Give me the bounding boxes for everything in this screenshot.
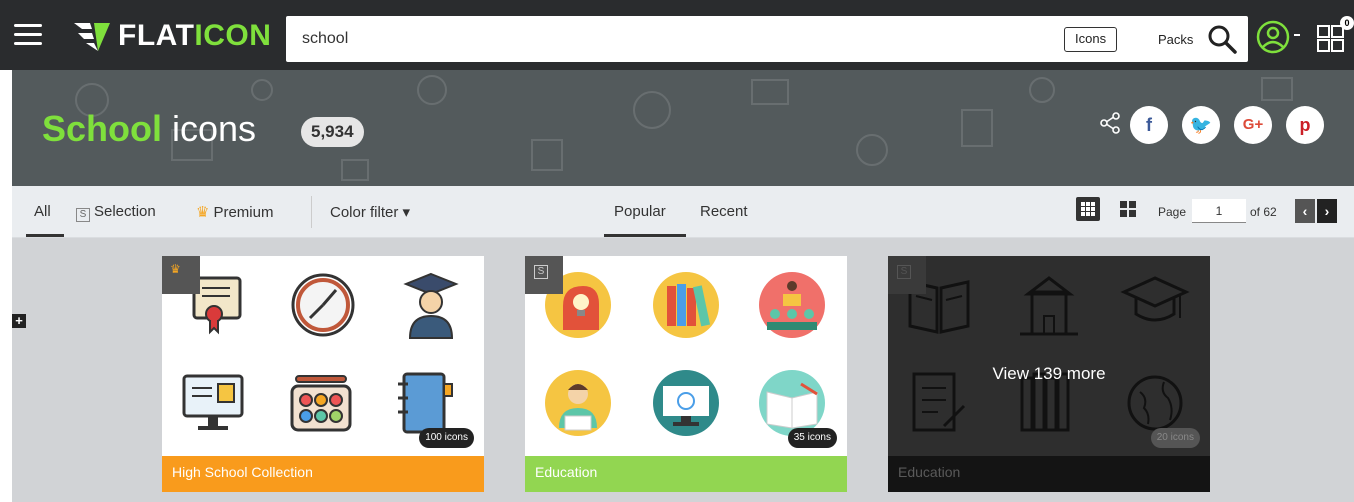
page-number-input[interactable] xyxy=(1192,199,1246,223)
selection-icon: S xyxy=(534,265,548,279)
user-icon[interactable] xyxy=(1256,20,1290,54)
divider xyxy=(311,196,312,228)
crown-icon: ♛ xyxy=(196,204,210,221)
scope-packs-button[interactable]: Packs xyxy=(1148,27,1203,52)
pack-title[interactable]: Education xyxy=(888,456,1210,492)
logo-text: FLATICON xyxy=(118,19,272,52)
search-bar: Icons Packs xyxy=(286,16,1248,62)
next-page-button[interactable]: › xyxy=(1317,199,1337,223)
filter-selection-tab[interactable]: S Selection xyxy=(76,203,156,222)
top-bar: FLATICON Icons Packs 0 xyxy=(0,0,1354,70)
monitor-icon xyxy=(182,374,244,430)
icon-count-badge: 100 icons xyxy=(419,428,474,448)
hero-banner: School icons 5,934 f 🐦 G+ p xyxy=(12,70,1354,186)
pack-card[interactable]: S 35 icons Education xyxy=(525,256,847,492)
books-icon xyxy=(653,272,719,338)
logo-mark-icon xyxy=(74,23,110,51)
filter-bar: All S Selection ♛ Premium Color filter ▾ P… xyxy=(12,186,1354,238)
twitter-icon[interactable]: 🐦 xyxy=(1182,106,1220,144)
paint-palette-icon xyxy=(290,375,352,432)
graduate-icon xyxy=(403,272,459,339)
filter-premium-tab[interactable]: ♛ Premium xyxy=(196,203,273,221)
grid-large-view-icon[interactable] xyxy=(1118,199,1138,219)
pinterest-icon[interactable]: p xyxy=(1286,106,1324,144)
sort-recent-tab[interactable]: Recent xyxy=(700,203,748,220)
sort-popular-tab[interactable]: Popular xyxy=(614,203,666,220)
filter-all-tab[interactable]: All xyxy=(34,203,51,220)
results-count-badge: 5,934 xyxy=(301,117,364,147)
page-total: of 62 xyxy=(1250,205,1277,219)
pack-card[interactable]: S View 139 more 20 icons Education xyxy=(888,256,1210,492)
user-caret-icon[interactable] xyxy=(1294,34,1300,36)
clock-icon xyxy=(291,273,355,337)
icon-count-badge: 20 icons xyxy=(1150,428,1200,448)
computer-globe-icon xyxy=(653,370,719,436)
search-input[interactable] xyxy=(302,26,1042,52)
filter-premium-label: Premium xyxy=(213,204,274,221)
scope-icons-button[interactable]: Icons xyxy=(1064,27,1118,52)
student-laptop-icon xyxy=(545,370,611,436)
teacher-class-icon xyxy=(759,272,825,338)
pack-title[interactable]: High School Collection xyxy=(162,456,484,492)
expand-sidebar-button[interactable]: + xyxy=(12,314,26,328)
view-more-link[interactable]: View 139 more xyxy=(888,364,1210,384)
active-tab-indicator xyxy=(26,234,64,237)
active-sort-indicator xyxy=(604,234,686,237)
selection-icon: S xyxy=(76,208,90,222)
pack-title[interactable]: Education xyxy=(525,456,847,492)
page-title: School icons xyxy=(42,108,257,149)
page-label: Page xyxy=(1158,205,1187,219)
selection-icon: S xyxy=(897,265,911,279)
hamburger-icon[interactable] xyxy=(14,24,42,46)
pack-card[interactable]: ♛ 100 icons High School Collection xyxy=(162,256,484,492)
share-icon[interactable] xyxy=(1099,112,1121,134)
google-plus-icon[interactable]: G+ xyxy=(1234,106,1272,144)
apps-badge: 0 xyxy=(1340,16,1354,30)
crown-icon: ♛ xyxy=(170,262,181,276)
facebook-icon[interactable]: f xyxy=(1130,106,1168,144)
icon-count-badge: 35 icons xyxy=(787,428,837,448)
filter-selection-label: Selection xyxy=(94,203,156,220)
color-filter-dropdown[interactable]: Color filter ▾ xyxy=(330,203,410,221)
search-icon[interactable] xyxy=(1206,23,1238,55)
flaticon-logo[interactable]: FLATICON xyxy=(72,18,271,54)
school-building-icon xyxy=(1020,276,1078,336)
graduation-cap-icon xyxy=(1120,276,1190,322)
prev-page-button[interactable]: ‹ xyxy=(1295,199,1315,223)
grid-small-view-icon[interactable] xyxy=(1076,197,1100,221)
